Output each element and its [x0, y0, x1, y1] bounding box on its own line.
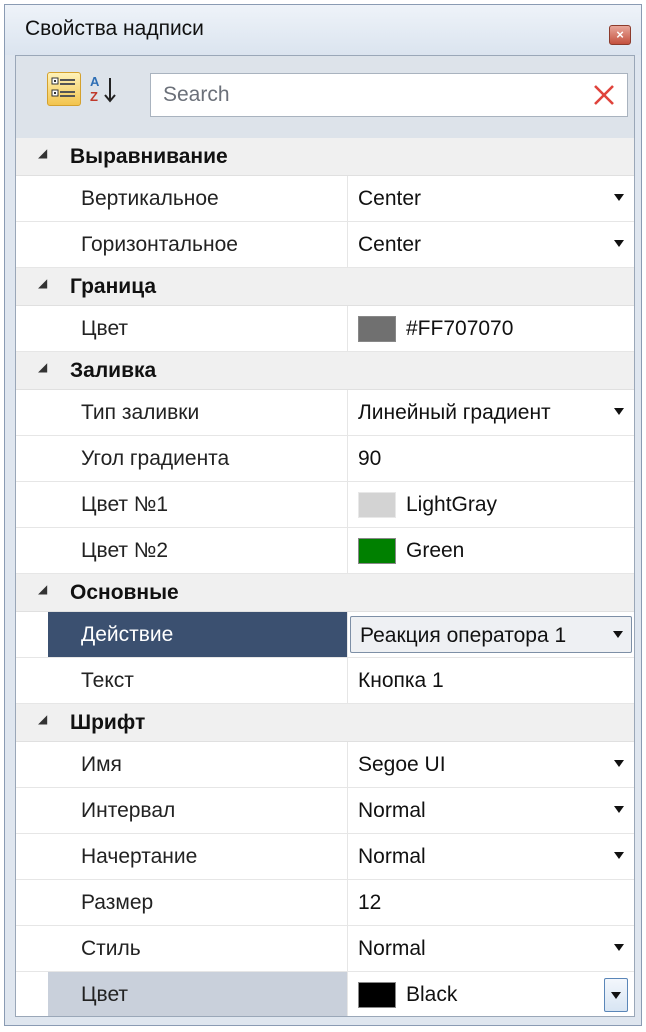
dropdown-arrow-icon[interactable]	[613, 631, 623, 638]
category-label: Шрифт	[70, 711, 146, 734]
property-name: Имя	[81, 753, 122, 776]
category-label: Основные	[70, 581, 179, 604]
property-row-font-spacing[interactable]: Интервал Normal	[16, 788, 634, 834]
category-fill[interactable]: ◢ Заливка	[16, 352, 634, 390]
property-value[interactable]: Normal	[358, 845, 426, 869]
svg-text:Z: Z	[90, 89, 98, 104]
action-combobox[interactable]: Реакция оператора 1	[350, 616, 632, 653]
property-name: Действие	[81, 623, 174, 646]
property-row-font-color[interactable]: Цвет Black	[16, 972, 634, 1016]
property-name: Вертикальное	[81, 187, 219, 210]
property-row-gradient-angle[interactable]: Угол градиента 90	[16, 436, 634, 482]
property-name: Цвет	[81, 983, 129, 1006]
dropdown-arrow-icon[interactable]	[614, 852, 624, 859]
collapse-triangle-icon[interactable]: ◢	[38, 582, 47, 596]
collapse-triangle-icon[interactable]: ◢	[38, 712, 47, 726]
property-name: Цвет №2	[81, 539, 169, 562]
property-row-fill-type[interactable]: Тип заливки Линейный градиент	[16, 390, 634, 436]
property-value[interactable]: Green	[406, 539, 464, 563]
property-value[interactable]: Линейный градиент	[358, 401, 551, 425]
property-name: Цвет №1	[81, 493, 169, 516]
category-alignment[interactable]: ◢ Выравнивание	[16, 138, 634, 176]
dropdown-arrow-icon[interactable]	[614, 194, 624, 201]
color-swatch[interactable]	[358, 316, 396, 342]
property-grid-panel: A Z ◢ Выравнивание Вертик	[15, 55, 635, 1017]
property-value[interactable]: Black	[406, 983, 457, 1007]
property-row-horizontal[interactable]: Горизонтальное Center	[16, 222, 634, 268]
category-font[interactable]: ◢ Шрифт	[16, 704, 634, 742]
search-box[interactable]	[150, 73, 628, 117]
property-name: Размер	[81, 891, 154, 914]
property-row-font-weight[interactable]: Начертание Normal	[16, 834, 634, 880]
property-row-border-color[interactable]: Цвет #FF707070	[16, 306, 634, 352]
category-label: Выравнивание	[70, 145, 228, 168]
svg-text:A: A	[90, 74, 100, 89]
property-name: Горизонтальное	[81, 233, 238, 256]
search-input[interactable]	[151, 74, 583, 116]
category-main[interactable]: ◢ Основные	[16, 574, 634, 612]
sort-az-icon: A Z	[90, 74, 116, 104]
property-value[interactable]: 12	[358, 891, 381, 915]
property-name: Начертание	[81, 845, 198, 868]
property-toolbar: A Z	[16, 56, 634, 139]
property-value[interactable]: 90	[358, 447, 381, 471]
property-value[interactable]: Кнопка 1	[358, 669, 444, 693]
color-swatch[interactable]	[358, 538, 396, 564]
dropdown-arrow-icon	[611, 992, 621, 999]
collapse-triangle-icon[interactable]: ◢	[38, 146, 47, 160]
property-name: Текст	[81, 669, 134, 692]
property-row-action[interactable]: Действие Реакция оператора 1	[16, 612, 634, 658]
window-title: Свойства надписи	[25, 17, 204, 40]
property-row-font-style[interactable]: Стиль Normal	[16, 926, 634, 972]
color-dropdown-button[interactable]	[604, 978, 628, 1012]
color-swatch[interactable]	[358, 982, 396, 1008]
dropdown-arrow-icon[interactable]	[614, 408, 624, 415]
property-name: Стиль	[81, 937, 141, 960]
dropdown-arrow-icon[interactable]	[614, 944, 624, 951]
property-value[interactable]: Segoe UI	[358, 753, 446, 777]
property-row-font-size[interactable]: Размер 12	[16, 880, 634, 926]
property-value[interactable]: LightGray	[406, 493, 497, 517]
title-bar: Свойства надписи ×	[5, 5, 641, 55]
property-row-text[interactable]: Текст Кнопка 1	[16, 658, 634, 704]
property-value[interactable]: #FF707070	[406, 317, 513, 341]
property-value[interactable]: Center	[358, 187, 421, 211]
color-swatch[interactable]	[358, 492, 396, 518]
category-label: Заливка	[70, 359, 157, 382]
collapse-triangle-icon[interactable]: ◢	[38, 276, 47, 290]
property-name: Тип заливки	[81, 401, 200, 424]
dropdown-arrow-icon[interactable]	[614, 240, 624, 247]
properties-window: Свойства надписи × A Z Search ◢ Выравнив…	[4, 4, 642, 1026]
property-row-color-2[interactable]: Цвет №2 Green	[16, 528, 634, 574]
collapse-triangle-icon[interactable]: ◢	[38, 360, 47, 374]
category-label: Граница	[70, 275, 157, 298]
dropdown-arrow-icon[interactable]	[614, 760, 624, 767]
property-value[interactable]: Normal	[358, 799, 426, 823]
categorized-icon	[51, 77, 75, 97]
close-icon: ×	[616, 27, 624, 42]
property-name: Цвет	[81, 317, 129, 340]
property-grid: ◢ Выравнивание Вертикальное Center Гориз…	[16, 138, 634, 1016]
clear-search-icon[interactable]	[591, 82, 617, 108]
alphabetical-sort-button[interactable]: A Z	[88, 72, 124, 106]
property-value[interactable]: Center	[358, 233, 421, 257]
category-border[interactable]: ◢ Граница	[16, 268, 634, 306]
property-name: Интервал	[81, 799, 176, 822]
dropdown-arrow-icon[interactable]	[614, 806, 624, 813]
property-name: Угол градиента	[81, 447, 230, 470]
property-value[interactable]: Normal	[358, 937, 426, 961]
property-row-color-1[interactable]: Цвет №1 LightGray	[16, 482, 634, 528]
property-row-font-family[interactable]: Имя Segoe UI	[16, 742, 634, 788]
property-row-vertical[interactable]: Вертикальное Center	[16, 176, 634, 222]
categorized-view-button[interactable]	[47, 72, 81, 106]
close-button[interactable]: ×	[609, 25, 631, 45]
combobox-value: Реакция оператора 1	[360, 624, 567, 647]
